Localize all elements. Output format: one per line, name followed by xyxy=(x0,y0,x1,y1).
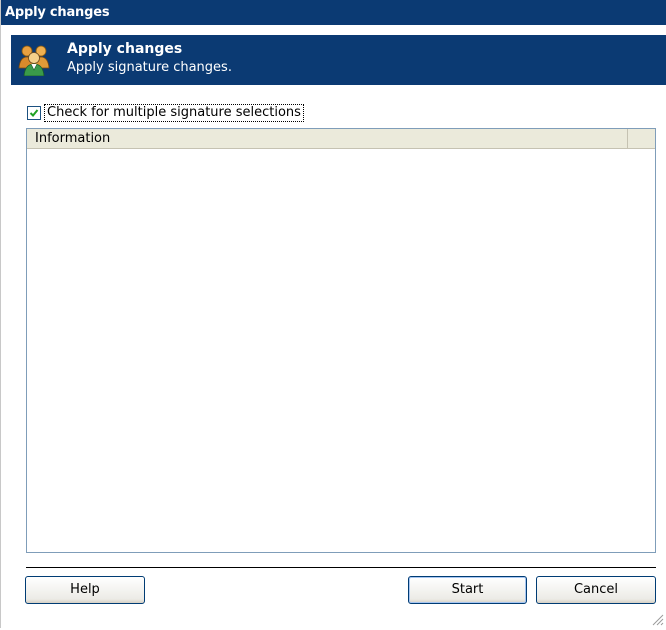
dialog-header: Apply changes Apply signature changes. xyxy=(11,35,666,85)
checkmark-icon xyxy=(29,109,39,117)
cancel-button[interactable]: Cancel xyxy=(536,576,656,604)
footer-divider xyxy=(26,567,656,569)
multiple-selection-checkbox[interactable] xyxy=(27,106,41,120)
multiple-selection-label[interactable]: Check for multiple signature selections xyxy=(44,104,304,122)
header-title: Apply changes xyxy=(67,41,183,57)
users-icon xyxy=(17,44,51,77)
resize-grip-icon[interactable] xyxy=(650,612,664,626)
information-list[interactable]: Information xyxy=(26,128,656,553)
list-header: Information xyxy=(27,129,655,149)
header-subtitle: Apply signature changes. xyxy=(67,60,232,75)
multiple-selection-option[interactable]: Check for multiple signature selections xyxy=(27,104,304,122)
help-button[interactable]: Help xyxy=(25,576,145,604)
dialog-window: Apply changes Apply changes Apply signat… xyxy=(0,0,666,628)
start-button[interactable]: Start xyxy=(408,576,527,604)
column-header-information[interactable]: Information xyxy=(27,129,628,149)
title-bar[interactable]: Apply changes xyxy=(1,0,666,25)
window-title: Apply changes xyxy=(5,5,110,20)
column-header-filler xyxy=(629,129,655,149)
